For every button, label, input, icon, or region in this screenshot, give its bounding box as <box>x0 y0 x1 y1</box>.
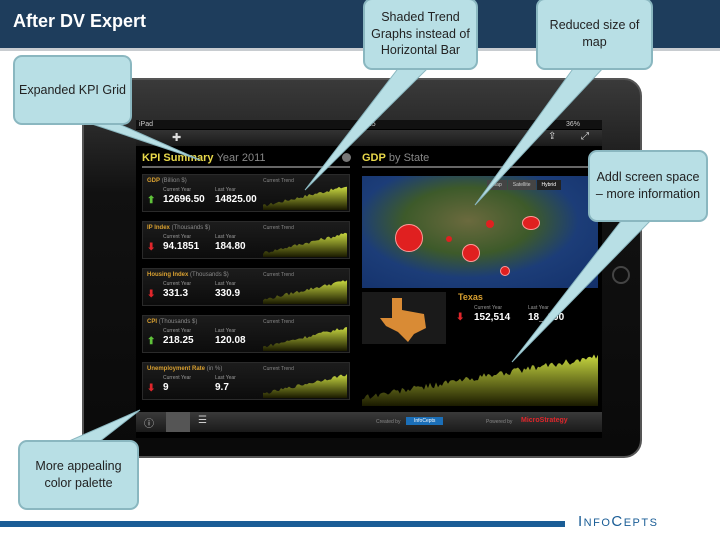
callout-space: Addl screen space – more information <box>588 150 708 222</box>
callout-map: Reduced size of map <box>536 0 653 70</box>
callout-trend: Shaded Trend Graphs instead of Horizonta… <box>363 0 478 70</box>
infocepts-footer-logo: InfoCepts <box>578 513 659 530</box>
callout-kpi: Expanded KPI Grid <box>13 55 132 125</box>
footer-rule <box>0 521 565 527</box>
callout-palette: More appealing color palette <box>18 440 139 510</box>
